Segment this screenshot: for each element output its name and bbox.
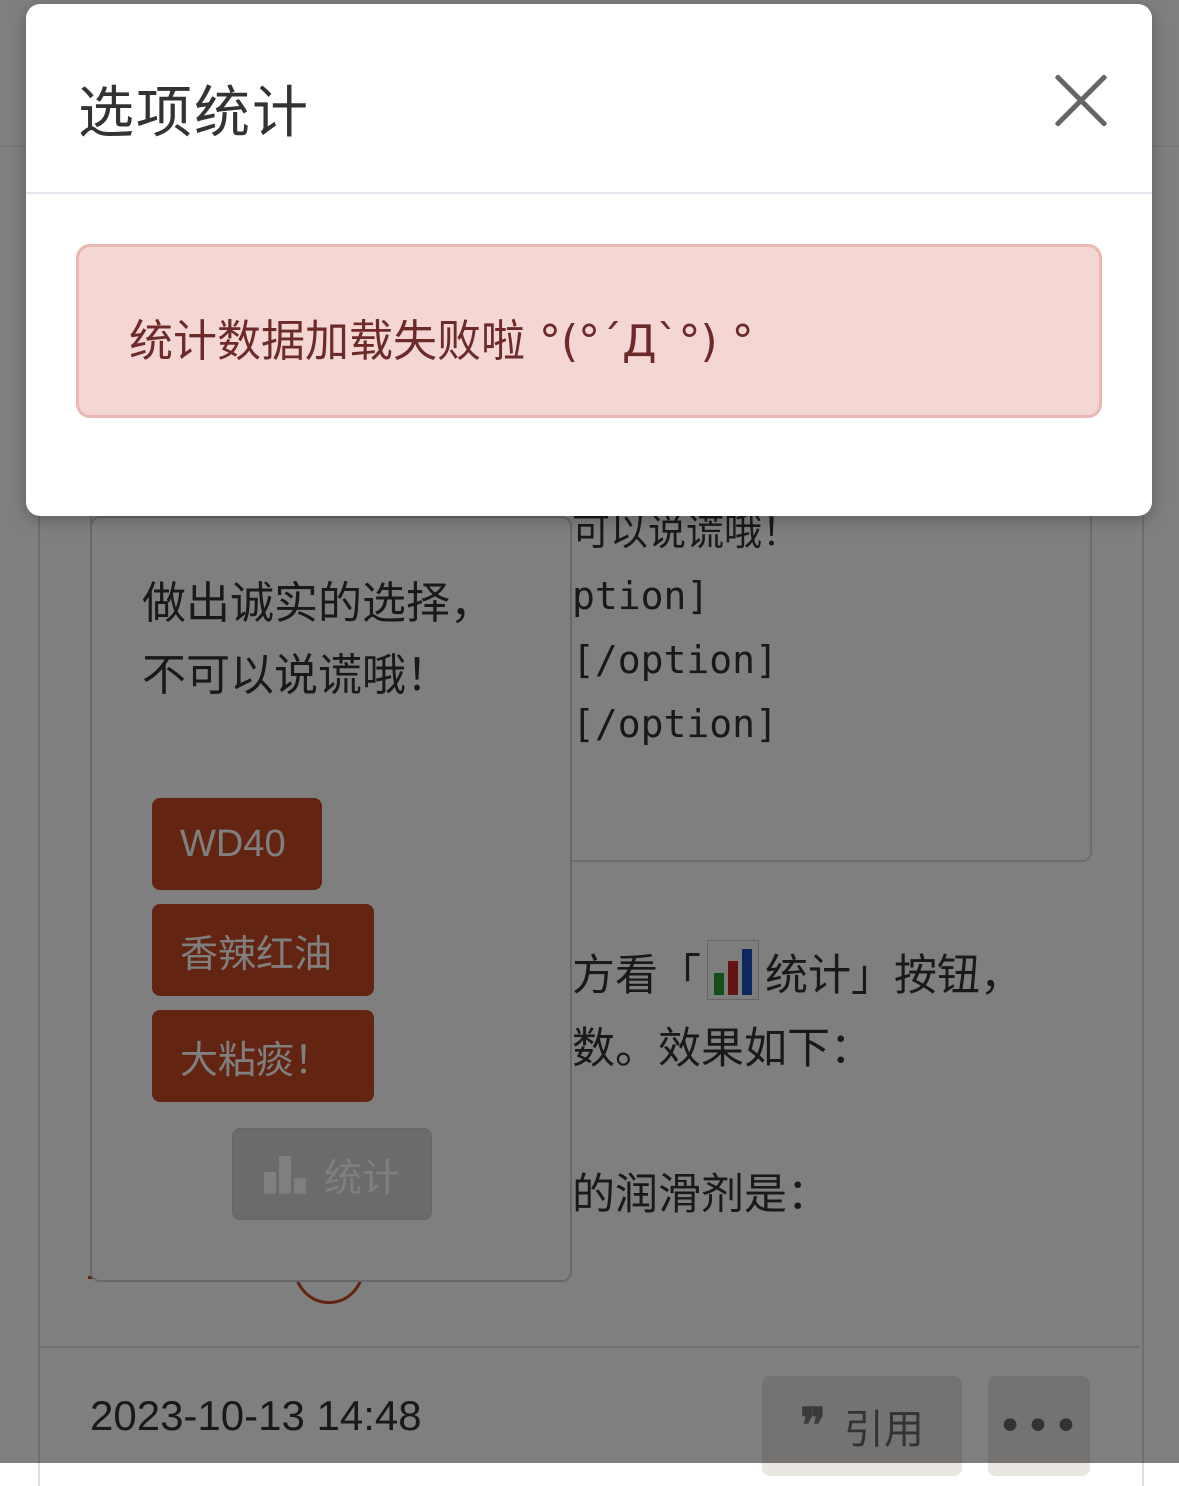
modal-header: 选项统计 — [26, 4, 1152, 194]
close-icon[interactable] — [1052, 72, 1108, 128]
error-alert: 统计数据加载失败啦 °(°´Д`°) ° — [76, 244, 1102, 418]
stats-modal: 选项统计 统计数据加载失败啦 °(°´Д`°) ° — [26, 4, 1152, 516]
error-message: 统计数据加载失败啦 °(°´Д`°) ° — [129, 316, 754, 367]
modal-title: 选项统计 — [78, 81, 310, 146]
